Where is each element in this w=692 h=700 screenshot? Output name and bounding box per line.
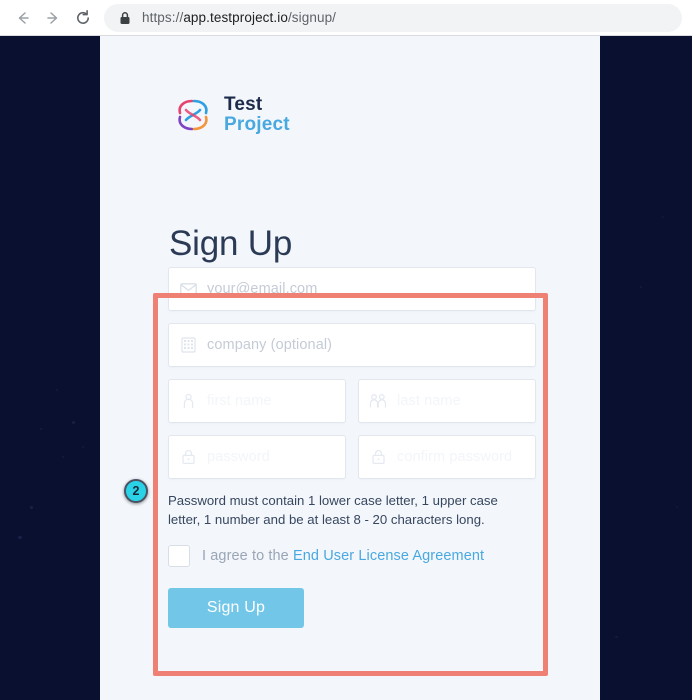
brand-name-line1: Test	[224, 94, 263, 116]
star-speckle	[62, 456, 64, 458]
eula-agreement-row: I agree to the End User License Agreemen…	[168, 545, 536, 568]
star-speckle	[676, 506, 678, 508]
first-name-field[interactable]: first name	[168, 379, 346, 423]
star-speckle	[662, 216, 664, 218]
agree-checkbox[interactable]	[168, 545, 190, 568]
star-speckle	[40, 428, 42, 430]
first-name-placeholder: first name	[207, 393, 272, 409]
eula-link[interactable]: End User License Agreement	[293, 548, 484, 564]
email-placeholder: your@email.com	[207, 281, 318, 297]
agree-label: I agree to the End User License Agreemen…	[202, 548, 484, 564]
brand-name-line2: Project	[224, 114, 290, 135]
star-speckle	[72, 421, 75, 424]
annotation-step-badge: 2	[124, 479, 148, 503]
url-path: /signup/	[287, 10, 337, 25]
star-speckle	[18, 536, 22, 539]
back-arrow-icon	[14, 9, 32, 27]
star-speckle	[640, 286, 642, 288]
email-field[interactable]: your@email.com	[168, 267, 536, 311]
forward-button[interactable]	[38, 3, 68, 33]
confirm-password-placeholder: confirm password	[397, 449, 513, 465]
password-placeholder: password	[207, 449, 270, 465]
last-name-placeholder: last name	[397, 393, 461, 409]
signup-form: your@email.com company (optional) first …	[168, 267, 536, 629]
url-text: https://app.testproject.io/signup/	[142, 10, 336, 25]
name-row: first name last name	[168, 379, 536, 435]
person-icon	[169, 393, 207, 409]
lock-icon	[169, 449, 207, 465]
password-requirements-text: Password must contain 1 lower case lette…	[168, 493, 498, 527]
lock-icon	[359, 449, 397, 465]
reload-icon	[74, 9, 92, 27]
last-name-field[interactable]: last name	[358, 379, 536, 423]
password-row: password confirm password	[168, 435, 536, 491]
page-title: Sign Up	[169, 224, 293, 263]
star-speckle	[82, 446, 84, 448]
star-speckle	[615, 636, 618, 638]
testproject-logo-icon	[172, 94, 214, 136]
url-host: app.testproject.io	[183, 10, 288, 25]
page-background: Test Project Sign Up your@email.com comp…	[0, 36, 692, 700]
browser-toolbar: https://app.testproject.io/signup/	[0, 0, 692, 36]
password-field[interactable]: password	[168, 435, 346, 479]
company-field[interactable]: company (optional)	[168, 323, 536, 367]
star-speckle	[56, 389, 58, 391]
signup-card: Test Project Sign Up your@email.com comp…	[100, 36, 600, 700]
star-speckle	[30, 506, 33, 509]
agree-prefix-text: I agree to the	[202, 548, 293, 565]
address-bar[interactable]: https://app.testproject.io/signup/	[104, 3, 682, 32]
building-icon	[169, 337, 207, 353]
back-button[interactable]	[8, 3, 38, 33]
confirm-password-field[interactable]: confirm password	[358, 435, 536, 479]
forward-arrow-icon	[44, 9, 62, 27]
people-icon	[359, 393, 397, 409]
url-scheme: https://	[142, 10, 184, 25]
signup-submit-button[interactable]: Sign Up	[168, 588, 304, 629]
reload-button[interactable]	[68, 3, 98, 33]
envelope-icon	[169, 282, 207, 296]
brand-wordmark: Test Project	[224, 95, 290, 135]
company-placeholder: company (optional)	[207, 337, 333, 353]
brand-logo[interactable]: Test Project	[172, 94, 290, 136]
lock-icon	[116, 11, 134, 25]
